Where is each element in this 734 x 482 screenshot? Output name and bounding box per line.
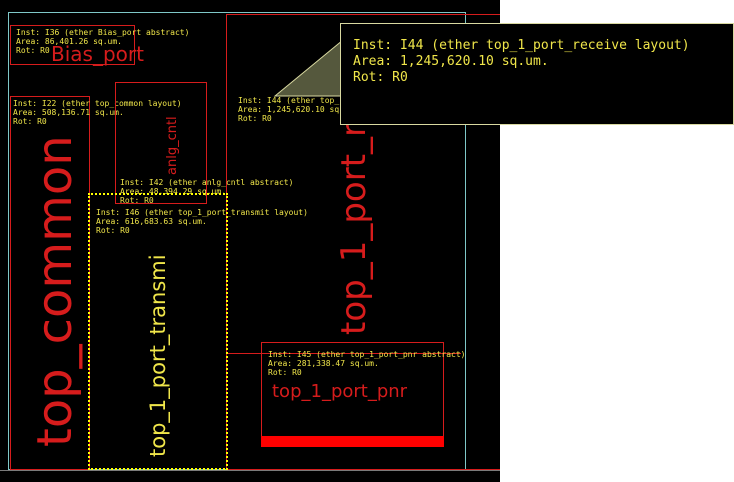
pnr-red-bar <box>261 436 444 447</box>
top-1-port-pnr-inst-line: Inst: I45 (ether top_1_port_pnr abstract… <box>268 350 466 359</box>
instance-info-tooltip: Inst: I44 (ether top_1_port_receive layo… <box>340 23 734 125</box>
bias-port-rot-line: Rot: R0 <box>16 46 50 55</box>
top-1-port-transmit-area-line: Area: 616,683.63 sq.um. <box>96 217 207 226</box>
top-1-port-pnr-area-line: Area: 281,338.47 sq.um. <box>268 359 379 368</box>
top-1-port-transmit-rot-line: Rot: R0 <box>96 226 130 235</box>
bottom-guide-line <box>0 470 500 471</box>
tooltip-area-line: Area: 1,245,620.10 sq.um. <box>353 54 549 69</box>
top-1-port-pnr-cell-label: top_1_port_pnr <box>272 381 408 402</box>
top-1-port-transmit-cell-label: top_1_port_transmi <box>146 254 170 457</box>
top-1-port-receive-cell-label: top_1_port_r <box>334 122 374 335</box>
top-1-port-transmit-inst-line: Inst: I46 (ether top_1_port_transmit lay… <box>96 208 308 217</box>
bias-port-inst-line: Inst: I36 (ether Bias_port abstract) <box>16 28 190 37</box>
anlg-cntl-inst-line: Inst: I42 (ether anlg_cntl abstract) <box>120 178 294 187</box>
bias-port-area-line: Area: 86,401.26 sq.um. <box>16 37 122 46</box>
top-1-port-pnr-info: Inst: I45 (ether top_1_port_pnr abstract… <box>268 350 465 377</box>
top-common-cell-label: top_common <box>27 135 83 447</box>
top-1-port-pnr-rot-line: Rot: R0 <box>268 368 302 377</box>
instance-top-common[interactable]: top_common <box>10 96 90 470</box>
bias-port-info: Inst: I36 (ether Bias_port abstract) Are… <box>16 28 189 55</box>
tooltip-inst-line: Inst: I44 (ether top_1_port_receive layo… <box>353 38 690 53</box>
top-1-port-transmit-info: Inst: I46 (ether top_1_port_transmit lay… <box>96 208 308 235</box>
anlg-cntl-cell-label: anlg_cntl <box>165 116 180 175</box>
tooltip-rot-line: Rot: R0 <box>353 70 408 85</box>
